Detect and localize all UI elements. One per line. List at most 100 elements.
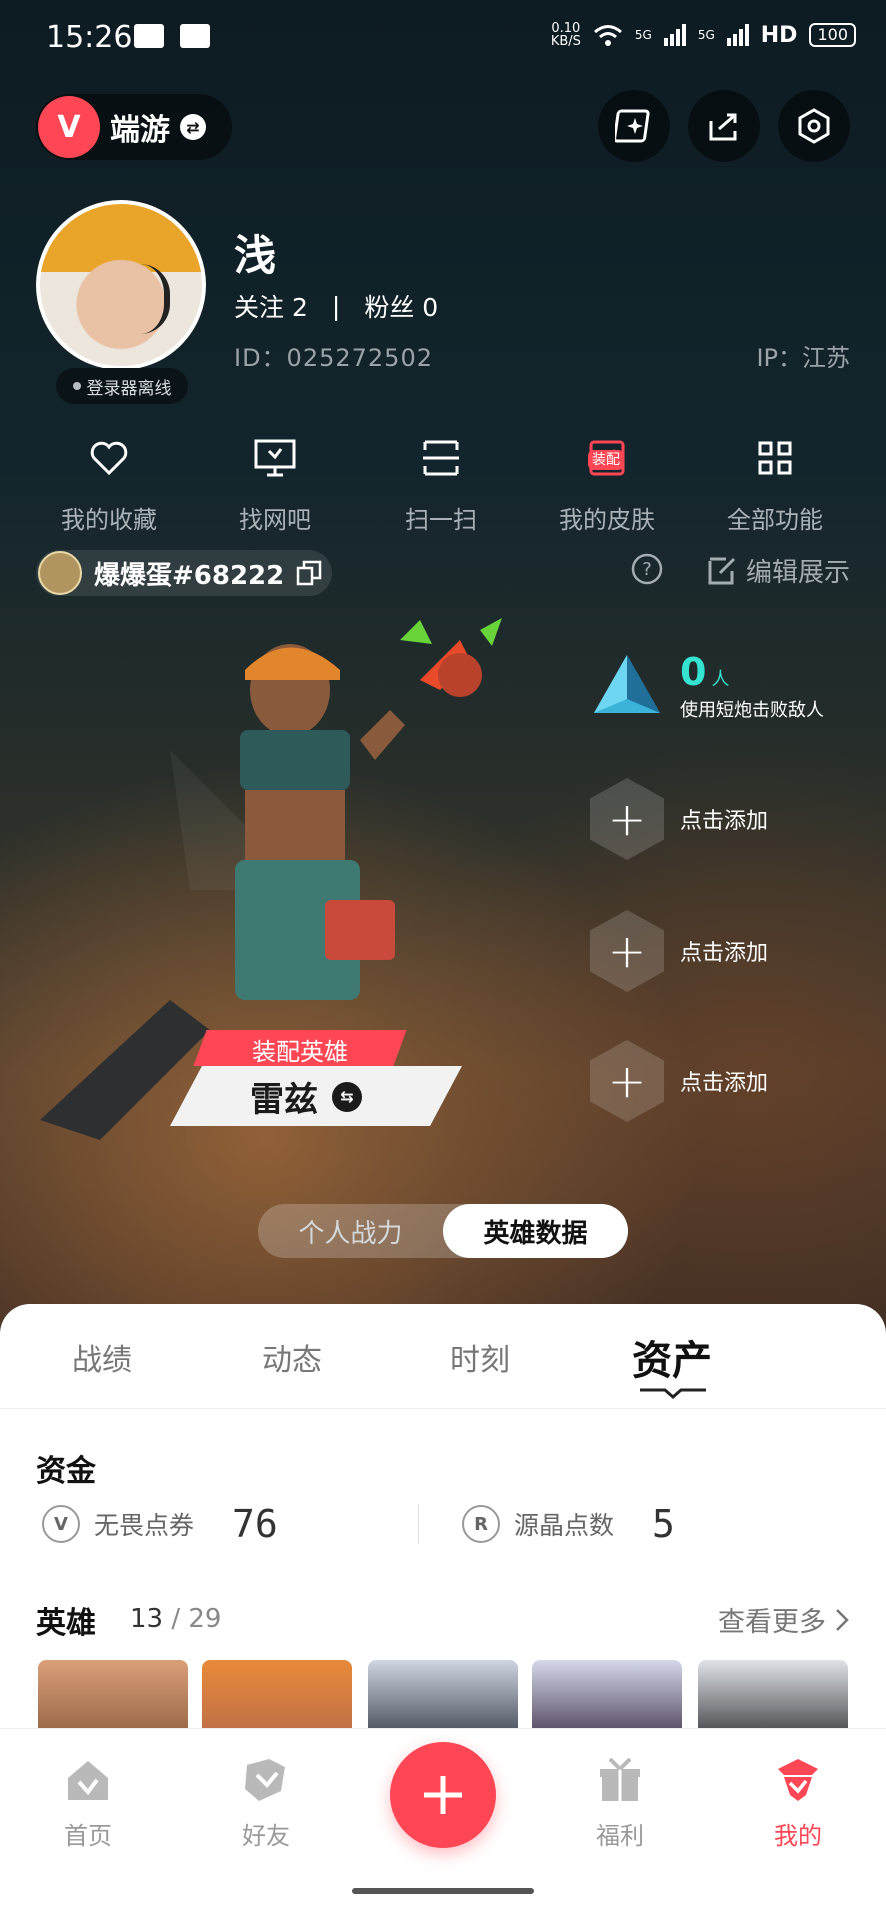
follow-stats: 关注 2 | 粉丝 0 <box>234 288 438 324</box>
add-stat-label: 点击添加 <box>680 809 769 834</box>
following-link[interactable]: 关注 2 <box>234 288 308 324</box>
follow-divider: | <box>331 291 341 321</box>
signal-icon-2 <box>726 24 749 46</box>
riot-id: 爆爆蛋#68222 <box>94 560 285 591</box>
me-icon <box>778 1759 818 1801</box>
nav-friends[interactable]: 好友 <box>206 1752 326 1851</box>
tab-match-history[interactable]: 战绩 <box>72 1335 132 1379</box>
nav-me[interactable]: 我的 <box>738 1752 858 1851</box>
kill-unit: 人 <box>711 669 730 690</box>
fans-link[interactable]: 粉丝 0 <box>364 288 438 324</box>
settings-hex-icon <box>798 108 830 144</box>
equip-agent-label: 装配英雄 <box>252 1038 348 1066</box>
quick-action-skins[interactable]: 装配 我的皮肤 <box>532 428 682 535</box>
funds-title: 资金 <box>36 1454 96 1489</box>
quick-action-netcafe[interactable]: 找网吧 <box>200 428 350 535</box>
plus-icon: + <box>590 778 664 860</box>
fund-value: 5 <box>652 1502 675 1546</box>
fans-count: 0 <box>422 293 439 322</box>
edit-display-button[interactable]: 编辑展示 <box>706 552 850 589</box>
active-tab-indicator <box>640 1388 706 1399</box>
fund-value: 76 <box>232 1502 278 1546</box>
see-more-label: 查看更多 <box>718 1607 826 1638</box>
settings-button[interactable] <box>778 90 850 162</box>
riot-id-chip[interactable]: 爆爆蛋#68222 <box>36 550 332 596</box>
sim1-label: 5G <box>634 28 652 42</box>
swap-icon: ⇄ <box>180 114 206 140</box>
login-status-chip: 登录器离线 <box>56 368 188 404</box>
tab-moments[interactable]: 时刻 <box>450 1335 510 1379</box>
heroes-count: 13 / 29 <box>130 1604 221 1634</box>
quick-action-all[interactable]: 全部功能 <box>700 428 850 535</box>
see-more-button[interactable]: 查看更多 <box>718 1600 850 1639</box>
game-name: 端游 <box>110 113 170 148</box>
tab-assets[interactable]: 资产 <box>632 1328 712 1386</box>
heart-icon <box>90 441 128 476</box>
add-stat-slot[interactable]: + 点击添加 <box>590 778 768 860</box>
segment-personal-power[interactable]: 个人战力 <box>258 1204 443 1258</box>
scan-icon <box>423 440 459 476</box>
nav-label: 我的 <box>774 1822 822 1850</box>
kill-stat-text: 0 人 使用短炮击败敌人 <box>680 650 824 722</box>
share-icon <box>709 113 737 141</box>
sparkle-card-icon <box>615 109 650 143</box>
nav-label: 福利 <box>596 1822 644 1850</box>
login-status-text: 登录器离线 <box>86 378 172 399</box>
following-count: 2 <box>291 293 308 322</box>
home-icon <box>68 1761 108 1800</box>
share-button[interactable] <box>688 90 760 162</box>
add-stat-slot[interactable]: + 点击添加 <box>590 1040 768 1122</box>
agent-name-row[interactable]: 雷兹 ⇆ <box>250 1072 362 1121</box>
quick-action-label: 全部功能 <box>727 506 823 534</box>
nav-rewards[interactable]: 福利 <box>560 1752 680 1851</box>
help-icon[interactable]: ? <box>630 552 664 586</box>
kill-description: 使用短炮击败敌人 <box>680 700 824 721</box>
following-label: 关注 <box>234 293 285 322</box>
plus-icon: + <box>590 910 664 992</box>
quick-action-scan[interactable]: 扫一扫 <box>366 428 516 535</box>
quick-action-favorites[interactable]: 我的收藏 <box>34 428 184 535</box>
radianite-icon: R <box>462 1505 500 1543</box>
nav-home[interactable]: 首页 <box>28 1752 148 1851</box>
plus-icon <box>424 1776 462 1814</box>
status-icons: 0.10 KB/S 5G 5G HD 100 <box>551 22 856 48</box>
fund-radianite: R 源晶点数 5 <box>462 1502 675 1546</box>
sim2-label: 5G <box>697 28 715 42</box>
quick-action-label: 我的收藏 <box>61 506 157 534</box>
game-switch-button[interactable]: V 端游 ⇄ <box>36 94 232 160</box>
ip-location: IP：江苏 <box>756 344 850 372</box>
plus-icon: + <box>590 1040 664 1122</box>
create-post-button[interactable] <box>390 1742 496 1848</box>
kill-stat[interactable]: 0 人 使用短炮击败敌人 <box>590 650 824 722</box>
copy-icon[interactable] <box>296 560 322 586</box>
add-stat-label: 点击添加 <box>680 1071 769 1096</box>
fund-label: 无畏点券 <box>94 1511 195 1540</box>
home-indicator <box>352 1888 534 1894</box>
valorant-points-icon: V <box>42 1505 80 1543</box>
avatar-headset <box>130 264 170 334</box>
net-speed: 0.10 KB/S <box>551 22 581 48</box>
signal-icon-1 <box>663 24 686 46</box>
stats-segment-control: 个人战力 英雄数据 <box>258 1204 628 1258</box>
username: 浅 <box>234 231 277 280</box>
kill-stat-pyramid-icon <box>594 655 660 713</box>
add-stat-label: 点击添加 <box>680 941 769 966</box>
battery-icon: 100 <box>809 23 856 47</box>
add-card-button[interactable] <box>598 90 670 162</box>
status-time: 15:26 <box>46 20 133 55</box>
fund-valorant-points: V 无畏点券 76 <box>42 1502 278 1546</box>
avatar[interactable] <box>36 200 206 370</box>
player-card-icon <box>38 551 82 595</box>
chevron-right-icon <box>836 1608 849 1631</box>
skin-badge: 装配 <box>588 450 624 470</box>
notification-icon-2 <box>180 24 210 48</box>
user-id: ID：025272502 <box>234 344 433 372</box>
quick-action-label: 我的皮肤 <box>559 506 655 534</box>
segment-agent-data[interactable]: 英雄数据 <box>443 1204 628 1258</box>
nav-label: 首页 <box>64 1822 112 1850</box>
heroes-separator: / <box>163 1604 189 1634</box>
svg-text:?: ? <box>642 559 652 580</box>
fans-label: 粉丝 <box>364 293 415 322</box>
tab-feed[interactable]: 动态 <box>262 1335 322 1379</box>
add-stat-slot[interactable]: + 点击添加 <box>590 910 768 992</box>
